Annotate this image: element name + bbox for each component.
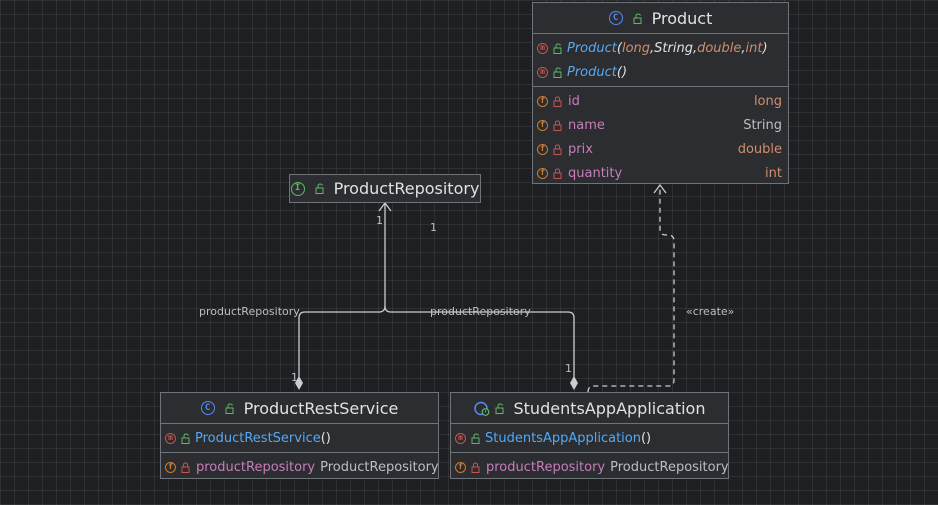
product-rest-service-constructors-section: m ProductRestService() [161, 423, 438, 452]
product-class-title: Product [651, 8, 713, 28]
field-type: double [737, 141, 782, 157]
private-lock-icon [553, 143, 562, 155]
field-icon: f [537, 119, 548, 131]
edge-label-rest-service-repo: productRepository [199, 305, 300, 318]
multiplicity-repo-target-2: 1 [430, 221, 437, 234]
param-type: String [654, 40, 693, 56]
public-visibility-icon [633, 12, 642, 24]
constructor-name: Product [567, 40, 617, 56]
public-visibility-icon [225, 402, 234, 414]
field-icon: f [455, 461, 466, 473]
private-lock-icon [553, 119, 562, 131]
public-visibility-icon [315, 183, 324, 194]
field-icon: f [537, 143, 548, 155]
public-visibility-icon [471, 432, 480, 444]
constructor-name: StudentsAppApplication [485, 430, 641, 446]
private-lock-icon [181, 461, 190, 473]
field-icon: f [537, 167, 548, 179]
students-app-application-title: StudentsAppApplication [513, 398, 706, 418]
constructor-parens: () [640, 430, 652, 446]
private-lock-icon [471, 461, 480, 473]
class-icon: C [200, 401, 215, 415]
constructor-close-paren: ) [762, 40, 768, 56]
param-type: int [745, 40, 763, 56]
students-app-constructor[interactable]: m StudentsAppApplication() [451, 426, 728, 450]
product-repository-header: I ProductRepository [290, 175, 480, 202]
constructor-name: ProductRestService [195, 430, 321, 446]
interface-icon: I [290, 181, 305, 196]
public-visibility-icon [553, 66, 562, 78]
composition-diamond-app [570, 376, 578, 390]
edge-rest-service-to-repository [298, 204, 386, 384]
students-app-constructors-section: m StudentsAppApplication() [451, 423, 728, 452]
product-field-name[interactable]: f name String [533, 113, 788, 137]
field-name: quantity [568, 165, 623, 181]
students-app-field-repository[interactable]: f productRepository ProductRepository [451, 455, 729, 479]
multiplicity-app-source: 1 [565, 362, 572, 375]
product-constructor-empty[interactable]: m Product() [533, 60, 788, 84]
product-field-id[interactable]: f id long [533, 89, 788, 113]
method-icon: m [165, 432, 176, 444]
multiplicity-rest-service-source: 1 [291, 371, 298, 384]
field-icon: f [537, 95, 548, 107]
param-type: long [621, 40, 651, 56]
product-constructor-full[interactable]: m Product(long, String, double, int) [533, 36, 788, 60]
private-lock-icon [553, 95, 562, 107]
method-icon: m [537, 42, 548, 54]
method-icon: m [537, 66, 548, 78]
private-lock-icon [553, 167, 562, 179]
public-visibility-icon [495, 402, 503, 414]
field-name: name [568, 117, 605, 133]
students-app-fields-section: f productRepository ProductRepository [451, 452, 729, 481]
edge-app-to-product-create [587, 186, 675, 393]
field-type: String [743, 117, 782, 133]
students-app-application-header: StudentsAppApplication [451, 393, 728, 423]
product-repository-title: ProductRepository [333, 179, 480, 198]
product-rest-service-title: ProductRestService [243, 398, 399, 418]
class-icon: C [608, 11, 623, 25]
field-name: productRepository [196, 459, 316, 475]
field-icon: f [165, 461, 176, 473]
product-rest-service-field-repository[interactable]: f productRepository ProductRepository [161, 455, 439, 479]
multiplicity-repo-target-1: 1 [376, 214, 383, 227]
field-type: ProductRepository [320, 459, 439, 475]
product-field-prix[interactable]: f prix double [533, 137, 788, 161]
constructor-parens: () [616, 64, 628, 80]
product-rest-service-fields-section: f productRepository ProductRepository [161, 452, 439, 481]
product-field-quantity[interactable]: f quantity int [533, 161, 788, 185]
field-type: long [753, 93, 782, 109]
param-type: double [697, 40, 742, 56]
field-name: prix [568, 141, 593, 157]
field-name: id [568, 93, 580, 109]
product-constructors-section: m Product(long, String, double, int) m P… [533, 33, 788, 86]
public-visibility-icon [553, 42, 562, 54]
product-rest-service-class-node[interactable]: C ProductRestService m ProductRestServic… [160, 392, 439, 479]
field-type: int [765, 165, 782, 181]
field-type: ProductRepository [610, 459, 729, 475]
method-icon: m [455, 432, 466, 444]
edge-label-create: «create» [686, 305, 735, 318]
constructor-parens: () [320, 430, 331, 446]
public-visibility-icon [181, 432, 190, 444]
constructor-name: Product [567, 64, 617, 80]
students-app-application-class-node[interactable]: StudentsAppApplication m StudentsAppAppl… [450, 392, 729, 479]
product-class-node[interactable]: C Product m Product(long, String, double… [532, 2, 789, 184]
product-rest-service-constructor[interactable]: m ProductRestService() [161, 426, 438, 450]
product-repository-interface-node[interactable]: I ProductRepository [289, 174, 481, 203]
spring-boot-class-icon [473, 401, 489, 416]
field-name: productRepository [486, 459, 606, 475]
product-class-header: C Product [533, 3, 788, 33]
edge-label-app-repo: productRepository [430, 305, 531, 318]
product-rest-service-header: C ProductRestService [161, 393, 438, 423]
product-fields-section: f id long f name String f prix double f … [533, 86, 788, 187]
